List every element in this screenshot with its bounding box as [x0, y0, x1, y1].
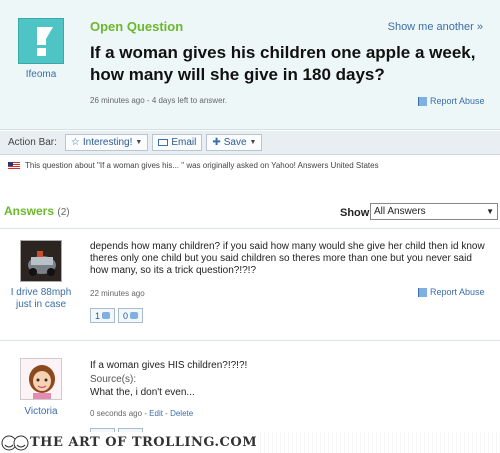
divider — [0, 340, 500, 341]
flag-icon — [418, 287, 427, 297]
origin-note: This question about "If a woman gives hi… — [8, 161, 379, 170]
thumbs-down-button[interactable]: 0 — [118, 308, 144, 323]
answer-text: If a woman gives HIS children?!?!?! — [90, 360, 248, 371]
watermark-text: THE ART OF TROLLING.COM — [30, 435, 258, 450]
vote-controls: 1 0 — [90, 308, 144, 323]
question-status-label: Open Question — [90, 19, 184, 34]
answerer-name[interactable]: I drive 88mph just in case — [3, 287, 79, 311]
show-filter-select[interactable]: All Answers ▼ — [370, 203, 498, 220]
watermark-banner: THE ART OF TROLLING.COM — [0, 432, 500, 453]
question-panel: Ifeoma Open Question Show me another » I… — [0, 0, 500, 130]
answer-meta: 22 minutes ago — [90, 289, 145, 298]
flag-icon — [418, 96, 427, 106]
email-label: Email — [171, 137, 197, 148]
report-abuse-label: Report Abuse — [430, 287, 485, 297]
sources-text: What the, i don't even... — [90, 387, 195, 398]
asker-name[interactable]: Ifeoma — [8, 69, 74, 80]
sources-label: Source(s): — [90, 374, 137, 385]
show-another-link[interactable]: Show me another » — [388, 21, 483, 33]
edit-link[interactable]: Edit — [149, 409, 163, 418]
interesting-button[interactable]: ☆ Interesting! ▼ — [64, 134, 149, 151]
question-title: If a woman gives his children one apple … — [90, 43, 476, 84]
delete-link[interactable]: Delete — [170, 409, 193, 418]
answers-count: (2) — [57, 207, 70, 218]
thumbs-down-icon — [130, 312, 139, 319]
answers-heading: Answers (2) — [4, 204, 70, 218]
show-filter-label: Show: — [340, 207, 373, 219]
action-bar: Action Bar: ☆ Interesting! ▼ Email ✚ Sav… — [0, 131, 500, 155]
girl-avatar-icon — [21, 359, 61, 399]
default-avatar-icon — [37, 27, 53, 56]
email-button[interactable]: Email — [152, 134, 203, 151]
thumbs-up-count: 1 — [95, 310, 101, 321]
answer-time: 0 seconds ago - — [90, 409, 150, 418]
meta-separator: - — [162, 409, 171, 418]
star-icon: ☆ — [70, 137, 80, 148]
watermark-fade — [257, 432, 500, 453]
thumbs-up-icon — [102, 312, 111, 319]
thumbs-up-button[interactable]: 1 — [90, 308, 116, 323]
answers-title: Answers — [4, 204, 55, 218]
divider — [0, 228, 500, 229]
chevron-down-icon: ▼ — [249, 139, 257, 146]
answer-meta: 0 seconds ago - Edit - Delete — [90, 409, 193, 418]
envelope-icon — [158, 139, 169, 146]
answer-text: depends how many children? if you said h… — [90, 241, 485, 276]
us-flag-icon — [8, 161, 20, 170]
show-filter-value: All Answers — [374, 206, 426, 217]
action-bar-label: Action Bar: — [8, 137, 57, 148]
chevron-down-icon: ▼ — [135, 139, 143, 146]
troll-faces-icon — [1, 435, 29, 451]
origin-note-text: This question about "If a woman gives hi… — [25, 161, 379, 170]
car-avatar-icon — [21, 241, 61, 281]
answer-avatar[interactable] — [20, 240, 62, 282]
answer-avatar[interactable] — [20, 358, 62, 400]
report-abuse-label: Report Abuse — [430, 96, 485, 106]
question-meta: 26 minutes ago - 4 days left to answer. — [90, 96, 227, 105]
plus-icon: ✚ — [212, 137, 221, 148]
save-label: Save — [223, 137, 247, 148]
chevron-down-icon: ▼ — [486, 207, 494, 216]
report-abuse-link[interactable]: Report Abuse — [418, 287, 485, 297]
answerer-name[interactable]: Victoria — [3, 406, 79, 418]
asker-avatar[interactable] — [18, 18, 64, 64]
interesting-label: Interesting! — [82, 137, 133, 148]
report-abuse-link[interactable]: Report Abuse — [418, 96, 485, 106]
thumbs-down-count: 0 — [123, 310, 129, 321]
save-button[interactable]: ✚ Save ▼ — [206, 134, 263, 151]
